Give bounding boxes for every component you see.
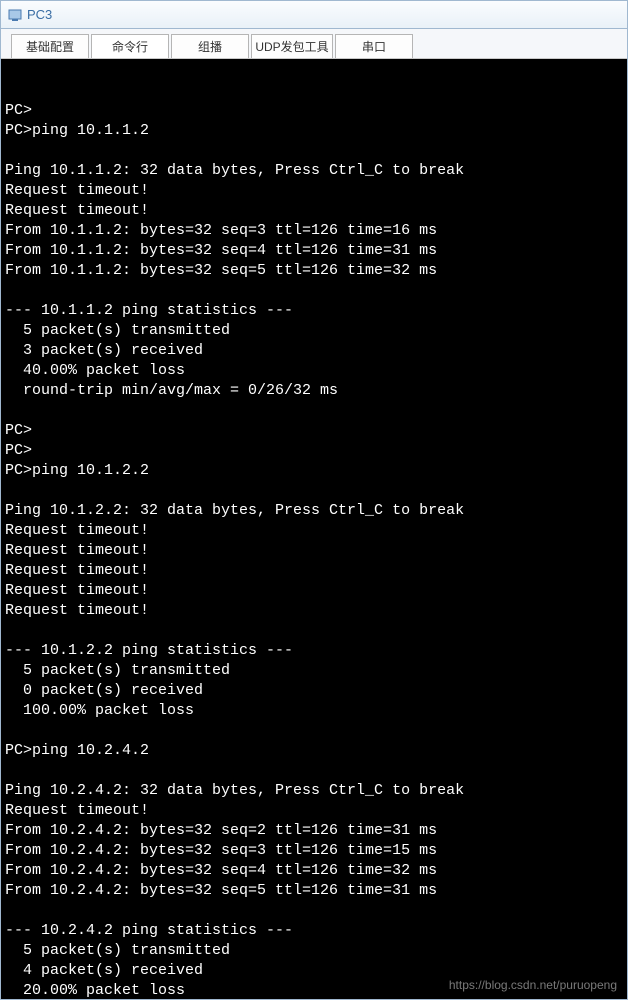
- app-icon: [7, 7, 23, 23]
- tab-bar: 基础配置 命令行 组播 UDP发包工具 串口: [1, 29, 627, 59]
- terminal-lines: PC> PC>ping 10.1.1.2 Ping 10.1.1.2: 32 d…: [5, 101, 623, 999]
- tab-serial[interactable]: 串口: [335, 34, 413, 58]
- tab-basic-config[interactable]: 基础配置: [11, 34, 89, 58]
- tab-command-line[interactable]: 命令行: [91, 34, 169, 58]
- tab-udp-tool[interactable]: UDP发包工具: [251, 34, 333, 58]
- tab-multicast[interactable]: 组播: [171, 34, 249, 58]
- window: PC3 基础配置 命令行 组播 UDP发包工具 串口 PC> PC>ping 1…: [0, 0, 628, 1000]
- title-bar: PC3: [1, 1, 627, 29]
- terminal-output[interactable]: PC> PC>ping 10.1.1.2 Ping 10.1.1.2: 32 d…: [1, 59, 627, 999]
- window-title: PC3: [27, 7, 52, 22]
- watermark: https://blog.csdn.net/puruopeng: [449, 975, 617, 995]
